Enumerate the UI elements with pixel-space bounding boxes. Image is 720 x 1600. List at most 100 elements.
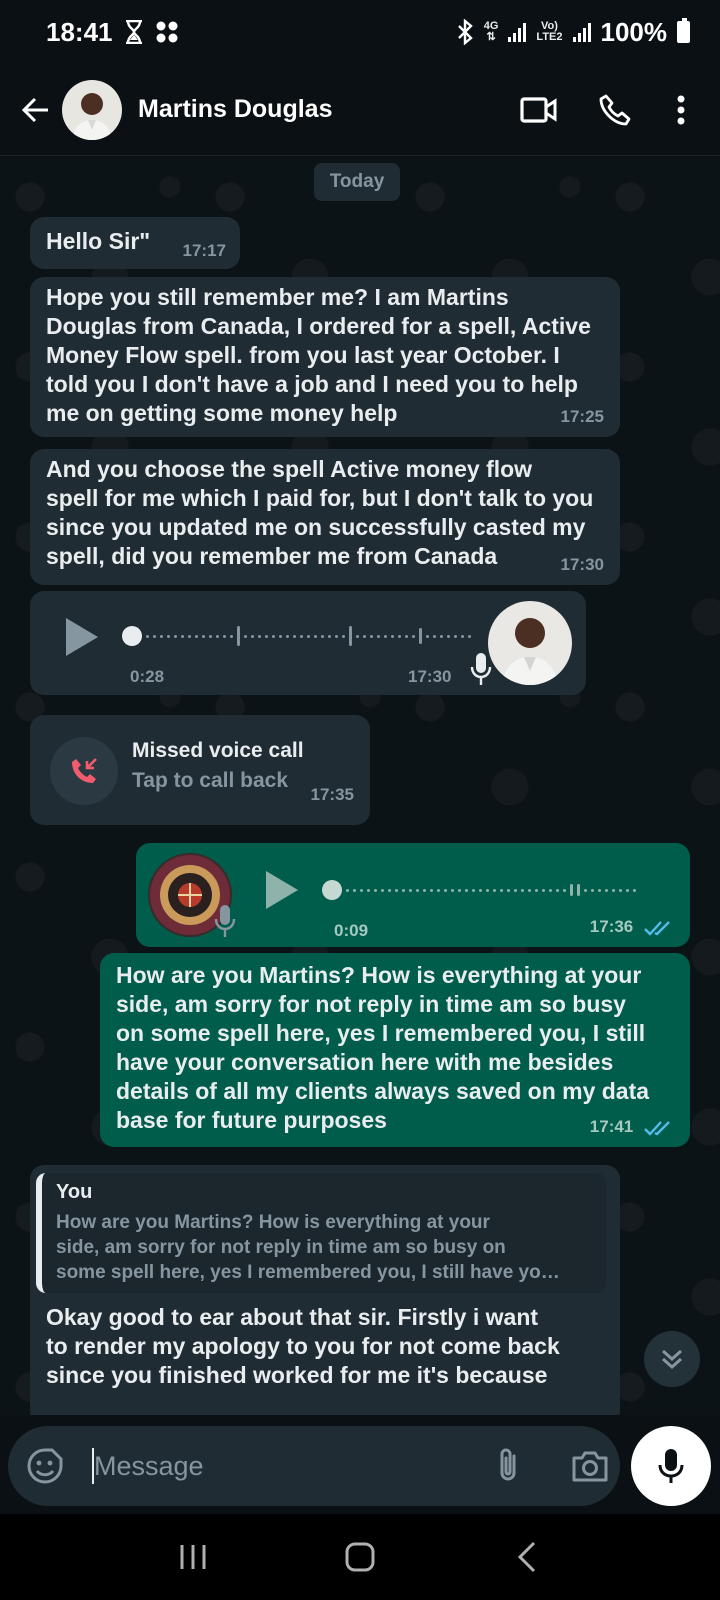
network-4g: 4G ⇅ — [483, 20, 499, 43]
message-line: Douglas from Canada, I ordered for a spe… — [46, 313, 591, 339]
voice-call-button[interactable] — [592, 87, 638, 133]
battery-percent: 100% — [600, 16, 668, 47]
message-time: 17:35 — [310, 785, 354, 804]
missed-call-icon — [72, 758, 97, 783]
message-time: 17:36 — [590, 917, 674, 937]
attach-icon[interactable] — [488, 1446, 528, 1486]
hourglass-icon — [125, 20, 142, 44]
message-composer — [8, 1426, 620, 1506]
message-line: have your conversation here with me besi… — [116, 1049, 614, 1075]
message-line: Okay good to ear about that sir. Firstly… — [46, 1304, 539, 1330]
more-vert-icon — [677, 95, 685, 124]
nav-back-button[interactable] — [497, 1532, 557, 1582]
chat-header: Martins Douglas — [0, 64, 720, 156]
video-call-icon — [520, 96, 557, 123]
message-line: me on getting some money help — [46, 400, 398, 426]
system-nav-bar — [0, 1514, 720, 1600]
missed-call-title: Missed voice call — [132, 739, 304, 762]
message-bubble-outgoing[interactable]: How are you Martins? How is everything a… — [100, 953, 690, 1147]
quote-author: You — [56, 1181, 93, 1203]
more-options-button[interactable] — [658, 87, 704, 133]
back-button[interactable] — [16, 90, 56, 130]
contact-avatar[interactable] — [62, 79, 122, 140]
quote-line: some spell here, yes I remembered you, I… — [56, 1262, 560, 1283]
mic-badge-icon — [470, 653, 492, 685]
missed-call-subtitle[interactable]: Tap to call back — [132, 769, 288, 793]
voice-record-button[interactable] — [631, 1426, 711, 1506]
sticker-icon[interactable] — [26, 1447, 64, 1485]
waveform[interactable] — [146, 624, 471, 648]
message-bubble-incoming[interactable]: Hope you still remember me? I am Martins… — [30, 277, 620, 437]
volte-bottom-label: LTE2 — [536, 31, 563, 43]
status-time: 18:41 — [46, 16, 113, 47]
home-button[interactable] — [330, 1532, 390, 1582]
message-bubble-reply[interactable]: You How are you Martins? How is everythi… — [30, 1165, 620, 1415]
voice-note-incoming[interactable]: 0:28 17:30 — [30, 591, 586, 695]
voice-duration: 0:28 — [130, 667, 165, 686]
read-ticks-icon — [644, 920, 670, 936]
volte-indicator: Vo) LTE2 — [536, 21, 562, 43]
message-line: told you I don't have a job and I need y… — [46, 371, 578, 397]
signal-icon-2 — [572, 22, 591, 42]
nav-back-icon — [517, 1541, 535, 1573]
message-line: spell, did you remember me from Canada — [46, 543, 498, 569]
message-line: spell for me which I paid for, but I don… — [46, 485, 594, 511]
message-time-text: 17:41 — [589, 1117, 634, 1136]
sender-avatar — [488, 601, 572, 685]
quoted-message[interactable]: You How are you Martins? How is everythi… — [36, 1173, 606, 1293]
scroll-to-bottom-button[interactable] — [644, 1331, 700, 1387]
signal-icon — [508, 22, 527, 42]
message-bubble-incoming[interactable]: And you choose the spell Active money fl… — [30, 449, 620, 585]
quote-line: How are you Martins? How is everything a… — [56, 1212, 490, 1233]
message-time: 17:30 — [560, 555, 604, 574]
message-line: Money Flow spell. from you last year Oct… — [46, 342, 560, 368]
missed-call-icon-wrap — [50, 737, 118, 805]
missed-call-bubble[interactable]: Missed voice call Tap to call back 17:35 — [30, 715, 370, 825]
mic-badge-icon — [214, 905, 236, 937]
home-icon — [345, 1542, 375, 1572]
seek-knob[interactable] — [322, 880, 342, 900]
contact-name[interactable]: Martins Douglas — [138, 95, 486, 124]
message-input[interactable] — [94, 1442, 474, 1490]
network-type-label: 4G — [483, 20, 499, 32]
mic-icon — [658, 1449, 684, 1483]
message-line: How are you Martins? How is everything a… — [116, 962, 642, 988]
camera-icon[interactable] — [570, 1446, 610, 1486]
recents-icon — [180, 1545, 206, 1569]
play-icon[interactable] — [266, 871, 298, 909]
play-icon[interactable] — [66, 618, 98, 656]
video-call-button[interactable] — [516, 87, 562, 133]
double-chevron-down-icon — [662, 1349, 682, 1370]
message-time: 17:30 — [408, 667, 452, 686]
voice-duration: 0:09 — [334, 921, 369, 940]
phone-icon — [599, 94, 631, 125]
battery-icon — [677, 18, 690, 43]
message-line: on some spell here, yes I remembered you… — [116, 1020, 646, 1046]
message-line: since you updated me on successfully cas… — [46, 514, 586, 540]
date-chip: Today — [314, 163, 400, 201]
back-arrow-icon — [21, 97, 48, 122]
message-time: 17:41 — [590, 1117, 674, 1137]
recents-button[interactable] — [163, 1532, 223, 1582]
message-line: to render my apology to you for not come… — [46, 1333, 560, 1359]
message-text: Hello Sir" — [46, 228, 151, 254]
message-bubble-incoming[interactable]: Hello Sir" 17:17 — [30, 217, 240, 269]
message-time: 17:17 — [182, 241, 226, 260]
message-text: Okay good to ear about that sir. Firstly… — [46, 1303, 560, 1390]
message-text: How are you Martins? How is everything a… — [116, 961, 649, 1135]
message-line: Hope you still remember me? I am Martins — [46, 284, 509, 310]
message-time: 17:25 — [560, 407, 604, 426]
message-line: details of all my clients always saved o… — [116, 1078, 650, 1104]
dots-grid-icon — [156, 21, 177, 43]
quote-line: side, am sorry for not reply in time am … — [56, 1237, 506, 1258]
message-text: And you choose the spell Active money fl… — [46, 455, 593, 571]
message-line: base for future purposes — [116, 1107, 387, 1133]
message-line: side, am sorry for not reply in time am … — [116, 991, 626, 1017]
message-line: since you finished worked for me it's be… — [46, 1362, 548, 1388]
waveform[interactable] — [346, 878, 636, 902]
message-line: And you choose the spell Active money fl… — [46, 456, 533, 482]
chat-messages[interactable]: Today Hello Sir" 17:17 Hope you still re… — [0, 157, 720, 1415]
seek-knob[interactable] — [122, 626, 142, 646]
voice-note-outgoing[interactable]: 0:09 17:36 — [136, 843, 690, 947]
message-time-text: 17:36 — [589, 917, 634, 936]
